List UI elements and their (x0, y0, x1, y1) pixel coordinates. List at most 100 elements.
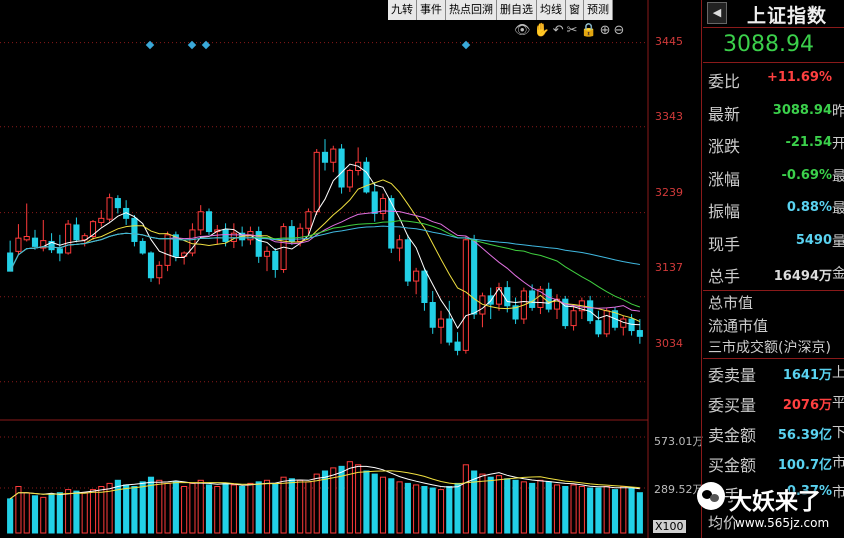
toolbar-button-jiuzhuan[interactable]: 九转 (388, 0, 417, 20)
toolbar-button-forecast[interactable]: 预测 (584, 0, 613, 20)
volume-bar (595, 487, 602, 534)
volume-bar (247, 482, 254, 534)
volume-bar (578, 486, 585, 534)
quote-row: 委比 +11.69% (708, 68, 844, 98)
event-marker-icon (201, 40, 211, 50)
volume-bar (512, 479, 519, 534)
moving-average-line (9, 163, 640, 330)
volume-bar (139, 481, 146, 534)
event-marker-icon (461, 40, 471, 50)
candle-body (338, 148, 345, 188)
quote-row-value: +11.69% (766, 70, 832, 85)
quote-row: 涨幅 -0.69% 最 (708, 166, 844, 196)
quote-header: ◀ 上证指数 (703, 0, 844, 28)
volume-bar (7, 498, 14, 534)
candle-body (15, 237, 22, 252)
volume-bar (421, 486, 428, 534)
toolbar-button-hot-review[interactable]: 热点回溯 (446, 0, 497, 20)
quote-row-value: 0.88% (786, 200, 832, 215)
quote-row-label: 振幅 (708, 202, 741, 221)
volume-bar (255, 481, 262, 534)
toolbar-button-window[interactable]: 窗 (566, 0, 584, 20)
candle-body (595, 320, 602, 335)
quote-row-label: 涨幅 (708, 169, 741, 189)
volume-bar (123, 484, 130, 534)
moving-average-line (9, 220, 641, 308)
candle-body (321, 151, 329, 163)
quote-row-label: 委比 (708, 72, 741, 91)
candle-body (371, 191, 378, 214)
candle-body (454, 341, 461, 351)
volume-bar (189, 482, 196, 534)
quote-row: 委买量 2076万平 (708, 392, 844, 422)
candle-body (462, 239, 469, 351)
quote-row: 现手 5490 量 (708, 231, 844, 261)
quote-row-value: 100.7亿 (777, 458, 832, 473)
candle-body (346, 170, 353, 188)
volume-unit-label: X100 (653, 520, 686, 533)
moving-average-line (9, 179, 641, 323)
volume-bar (23, 492, 30, 534)
quote-row-value: 2076万 (782, 398, 832, 413)
panel-divider (701, 0, 702, 538)
volume-bar (636, 492, 643, 534)
quote-row-tail: 昨 (832, 103, 844, 120)
quote-row-value: 5490 (795, 232, 832, 248)
volume-bar (288, 478, 295, 534)
candle-body (139, 240, 146, 254)
toolbar-button-remove-watch[interactable]: 删自选 (497, 0, 537, 20)
candle-body (272, 250, 279, 271)
volume-bar (553, 484, 561, 534)
candle-body (222, 229, 229, 242)
volume-bar (156, 479, 163, 534)
quote-row: 买金额 100.7亿市 (708, 452, 844, 482)
watermark: 大妖来了 www.565jz.com (697, 482, 844, 538)
volume-bar (570, 484, 577, 534)
price-tick-label: 3445 (655, 35, 683, 48)
volume-bar (454, 482, 461, 534)
candle-body (147, 252, 155, 279)
quote-row-label: 涨跌 (708, 137, 741, 156)
kline-chart[interactable] (0, 0, 700, 538)
volume-bar (164, 482, 171, 534)
chart-tool-icons[interactable]: 👁✋↶✂🔒⊕⊖ (514, 23, 627, 38)
volume-bar (81, 492, 88, 534)
candle-body (164, 234, 171, 266)
chart-toolbar: 九转 事件 热点回溯 删自选 均线 窗 预测 (388, 0, 613, 20)
volume-bar (413, 484, 420, 534)
quote-row-label: 总手 (708, 267, 741, 286)
volume-bar (587, 487, 594, 534)
volume-bar (429, 487, 436, 534)
quote-row-label: 卖金额 (708, 426, 757, 445)
toolbar-button-events[interactable]: 事件 (417, 0, 446, 20)
volume-bar (197, 479, 204, 534)
volume-bar (504, 478, 511, 534)
candle-body (106, 197, 113, 220)
volume-bar (396, 481, 403, 534)
candle-body (529, 290, 536, 308)
divider (703, 62, 844, 63)
candle-body (330, 148, 337, 163)
volume-bar (305, 481, 312, 534)
volume-bar (603, 486, 610, 534)
candle-body (603, 310, 610, 335)
toolbar-button-moving-average[interactable]: 均线 (537, 0, 566, 20)
quote-row-value: -21.54 (785, 135, 832, 150)
quote-row-tail: 开 (832, 136, 844, 152)
volume-bar (545, 481, 552, 534)
quote-row-tail: 上 (832, 365, 844, 381)
quote-row: 总手 16494万金 (708, 263, 844, 293)
index-title: 上证指数 (747, 5, 828, 27)
volume-bar (114, 479, 121, 534)
volume-bar (31, 495, 39, 534)
candle-body (446, 318, 453, 343)
volume-bar (222, 482, 229, 534)
back-icon[interactable]: ◀ (707, 2, 727, 24)
volume-bar (562, 486, 569, 534)
volume-bar (40, 496, 47, 534)
candle-body (56, 248, 63, 254)
quote-row-label: 委卖量 (708, 366, 757, 385)
candle-body (114, 198, 121, 209)
volume-bar (355, 464, 362, 534)
candle-body (31, 237, 39, 247)
